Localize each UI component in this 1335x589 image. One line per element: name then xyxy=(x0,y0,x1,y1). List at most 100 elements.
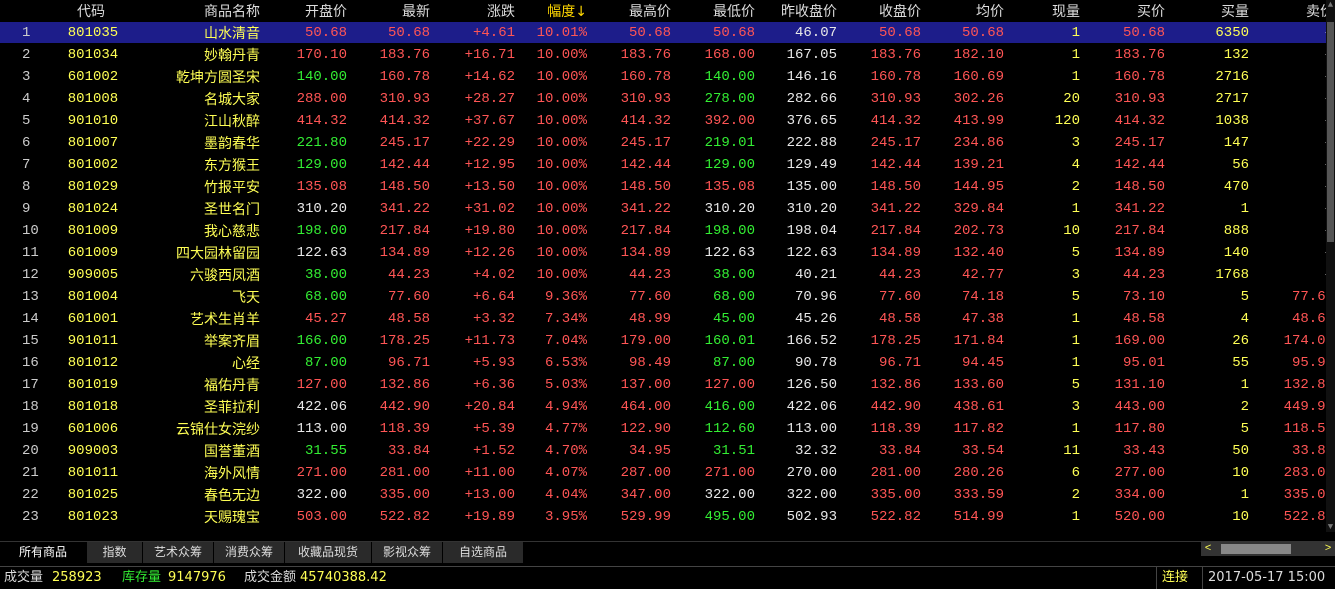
column-header[interactable]: 卖价 xyxy=(1253,0,1326,22)
open-cell: 50.68 xyxy=(264,21,351,44)
row-index: 8 xyxy=(0,175,52,198)
open-cell: 31.55 xyxy=(264,439,351,462)
low-cell: 112.60 xyxy=(675,417,759,440)
scroll-up-arrow-icon[interactable]: ▲ xyxy=(1326,0,1335,10)
high-cell: 464.00 xyxy=(591,395,675,418)
horizontal-scrollbar[interactable]: < > xyxy=(1201,542,1335,556)
bid-qty-cell: 2716 xyxy=(1169,65,1253,88)
column-header[interactable]: 开盘价 xyxy=(264,0,351,22)
column-header[interactable] xyxy=(0,0,52,22)
table-row[interactable]: 1 801035 山水清音 50.68 50.68 +4.61 10.01% 50.68 50.… xyxy=(0,21,1326,44)
table-row[interactable]: 9 801024 圣世名门 310.20 341.22 +31.02 10.00% 341.2… xyxy=(0,197,1326,220)
change-cell: +13.50 xyxy=(434,175,519,198)
row-index: 23 xyxy=(0,505,52,528)
avg-cell: 182.10 xyxy=(925,43,1008,66)
table-row[interactable]: 5 901010 江山秋醉 414.32 414.32 +37.67 10.00% 414.3… xyxy=(0,109,1326,132)
row-index: 20 xyxy=(0,439,52,462)
column-header[interactable]: 昨收盘价 xyxy=(759,0,841,22)
table-row[interactable]: 22 801025 春色无边 322.00 335.00 +13.00 4.04% 347.0… xyxy=(0,483,1326,506)
column-header[interactable]: 现量 xyxy=(1008,0,1084,22)
table-row[interactable]: 12 909005 六骏西凤酒 38.00 44.23 +4.02 10.00% 44.23 3… xyxy=(0,263,1326,286)
prev-close-cell: 502.93 xyxy=(759,505,841,528)
code-cell: 601001 xyxy=(52,307,134,330)
bid-cell: 148.50 xyxy=(1084,175,1169,198)
column-header[interactable]: 买价 xyxy=(1084,0,1169,22)
bid-cell: 44.23 xyxy=(1084,263,1169,286)
table-row[interactable]: 19 601006 云锦仕女浣纱 113.00 118.39 +5.39 4.77% 122.… xyxy=(0,417,1326,440)
last-cell: 132.86 xyxy=(351,373,434,396)
change-cell: +11.00 xyxy=(434,461,519,484)
table-row[interactable]: 6 801007 墨韵春华 221.80 245.17 +22.29 10.00% 245.1… xyxy=(0,131,1326,154)
tab-category[interactable]: 指数 xyxy=(87,542,143,563)
column-header[interactable]: 收盘价 xyxy=(841,0,925,22)
bid-qty-cell: 6350 xyxy=(1169,21,1253,44)
avg-cell: 171.84 xyxy=(925,329,1008,352)
column-header[interactable]: 最低价 xyxy=(675,0,759,22)
percent-cell: 10.00% xyxy=(519,263,591,286)
table-row[interactable]: 14 601001 艺术生肖羊 45.27 48.58 +3.32 7.34% 48.99 45… xyxy=(0,307,1326,330)
change-cell: +28.27 xyxy=(434,87,519,110)
column-header[interactable]: 均价 xyxy=(925,0,1008,22)
table-row[interactable]: 11 601009 四大园林留园 122.63 134.89 +12.26 10.00% 13… xyxy=(0,241,1326,264)
scroll-left-arrow-icon[interactable]: < xyxy=(1201,542,1215,556)
close-cell: 364.47 xyxy=(841,527,925,532)
column-header[interactable]: 最新 xyxy=(351,0,434,22)
low-cell: 416.00 xyxy=(675,395,759,418)
column-header[interactable]: 最高价 xyxy=(591,0,675,22)
vertical-scroll-thumb[interactable] xyxy=(1327,22,1334,242)
table-row[interactable]: 18 801018 圣菲拉利 422.06 442.90 +20.84 4.94% 464.0… xyxy=(0,395,1326,418)
table-row[interactable]: 8 801029 竹报平安 135.08 148.50 +13.50 10.00% 148.5… xyxy=(0,175,1326,198)
avg-cell: 438.61 xyxy=(925,395,1008,418)
connection-status[interactable]: 连接 xyxy=(1162,567,1188,589)
prev-close-cell: 376.65 xyxy=(759,109,841,132)
column-header[interactable]: 涨跌 xyxy=(434,0,519,22)
table-row[interactable]: 10 801009 我心慈悲 198.00 217.84 +19.80 10.00% 217.… xyxy=(0,219,1326,242)
change-cell: +9.99 xyxy=(434,527,519,532)
table-row[interactable]: 24601007最美金陵中山陵345.00364.47+9.992.82%364… xyxy=(0,527,1326,532)
bid-cell: 520.00 xyxy=(1084,505,1169,528)
vertical-scrollbar[interactable]: ▲ ▼ xyxy=(1326,0,1335,532)
tab-category[interactable]: 消费众筹 xyxy=(214,542,285,563)
table-row[interactable]: 2 801034 妙翰丹青 170.10 183.76 +16.71 10.00% 183.7… xyxy=(0,43,1326,66)
prev-close-cell: 322.00 xyxy=(759,483,841,506)
percent-cell: 10.00% xyxy=(519,65,591,88)
bid-cell: 48.58 xyxy=(1084,307,1169,330)
column-header[interactable]: 买量 xyxy=(1169,0,1253,22)
prev-close-cell: 282.66 xyxy=(759,87,841,110)
column-header[interactable]: 幅度↓ xyxy=(519,0,591,22)
column-header[interactable]: 商品名称 xyxy=(134,0,264,22)
tab-category[interactable]: 所有商品 xyxy=(0,542,87,563)
open-cell: 198.00 xyxy=(264,219,351,242)
volume-cell: 5 xyxy=(1008,373,1084,396)
tab-category[interactable]: 收藏品现货 xyxy=(285,542,372,563)
table-row[interactable]: 15 901011 举案齐眉 166.00 178.25 +11.73 7.04% 179.0… xyxy=(0,329,1326,352)
avg-cell: 117.82 xyxy=(925,417,1008,440)
table-row[interactable]: 16 801012 心经 87.00 96.71 +5.93 6.53% 98.49 87.00… xyxy=(0,351,1326,374)
volume-cell: 1 xyxy=(1008,307,1084,330)
table-row[interactable]: 13 801004 飞天 68.00 77.60 +6.64 9.36% 77.60 68.00… xyxy=(0,285,1326,308)
change-cell: +12.95 xyxy=(434,153,519,176)
high-cell: 122.90 xyxy=(591,417,675,440)
percent-cell: 10.00% xyxy=(519,131,591,154)
close-cell: 522.82 xyxy=(841,505,925,528)
table-row[interactable]: 23 801023 天赐瑰宝 503.00 522.82 +19.89 3.95% 529.9… xyxy=(0,505,1326,528)
scroll-down-arrow-icon[interactable]: ▼ xyxy=(1326,522,1335,532)
bid-qty-cell: 10 xyxy=(1169,505,1253,528)
tab-category[interactable]: 自选商品 xyxy=(443,542,524,563)
tab-category[interactable]: 影视众筹 xyxy=(372,542,443,563)
low-cell: 45.00 xyxy=(675,307,759,330)
name-cell: 江山秋醉 xyxy=(134,109,264,132)
column-header[interactable]: 代码 xyxy=(52,0,134,22)
table-row[interactable]: 7 801002 东方猴王 129.00 142.44 +12.95 10.00% 142.4… xyxy=(0,153,1326,176)
avg-cell: 280.26 xyxy=(925,461,1008,484)
ask-cell: 522.88 xyxy=(1253,505,1326,528)
table-row[interactable]: 20 909003 国誉董酒 31.55 33.84 +1.52 4.70% 34.95 31.… xyxy=(0,439,1326,462)
tab-category[interactable]: 艺术众筹 xyxy=(143,542,214,563)
scroll-right-arrow-icon[interactable]: > xyxy=(1321,542,1335,556)
ask-cell: — xyxy=(1253,21,1326,44)
table-row[interactable]: 3 601002 乾坤方圆圣宋 140.00 160.78 +14.62 10.00% 160… xyxy=(0,65,1326,88)
table-row[interactable]: 21 801011 海外风情 271.00 281.00 +11.00 4.07% 287.0… xyxy=(0,461,1326,484)
table-row[interactable]: 17 801019 福佑丹青 127.00 132.86 +6.36 5.03% 137.00… xyxy=(0,373,1326,396)
table-row[interactable]: 4 801008 名城大家 288.00 310.93 +28.27 10.00% 310.9… xyxy=(0,87,1326,110)
horizontal-scroll-thumb[interactable] xyxy=(1221,544,1291,554)
